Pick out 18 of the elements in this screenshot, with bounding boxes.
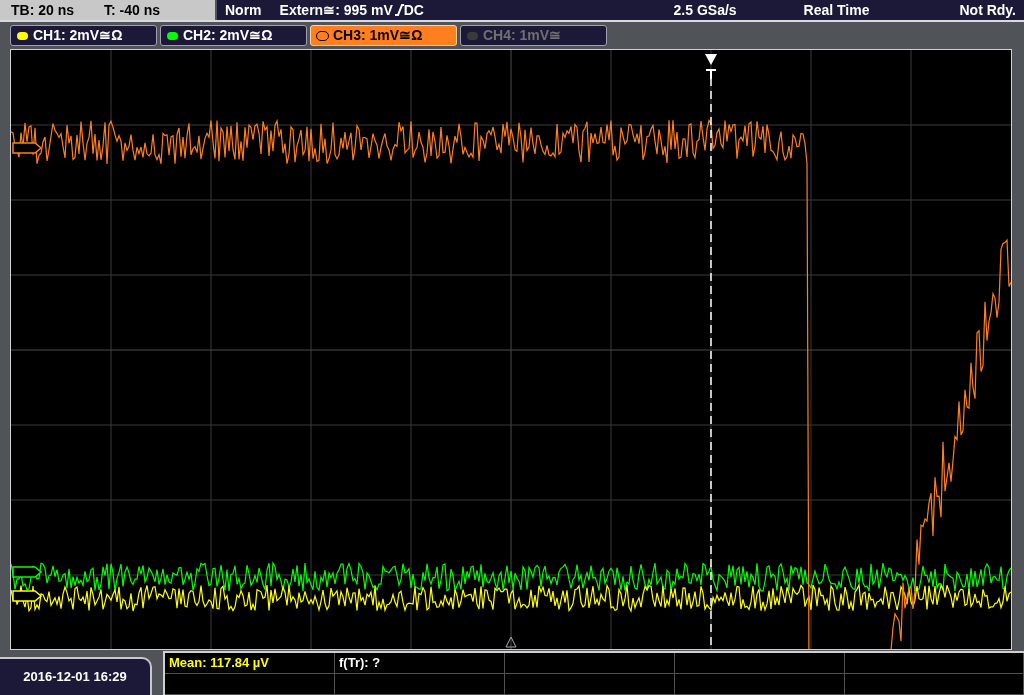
channel-tab[interactable]: CH1: 2mV≅Ω bbox=[10, 25, 157, 46]
timebase-label: TB: 20 ns bbox=[11, 0, 74, 20]
trigger-source-label: Extern≅: 995 mV bbox=[279, 0, 393, 20]
channel-tab[interactable]: CH3: 1mV≅Ω bbox=[310, 25, 457, 46]
channel-tab[interactable]: CH2: 2mV≅Ω bbox=[160, 25, 307, 46]
sample-rate-label: 2.5 GSa/s bbox=[673, 0, 737, 20]
measurement-value: Mean: 117.84 µV bbox=[169, 654, 269, 673]
acquisition-mode-label: Real Time bbox=[803, 0, 870, 20]
date-time-label: 2016-12-01 16:29 bbox=[23, 668, 127, 687]
trigger-offset-label: T: -40 ns bbox=[104, 0, 161, 20]
trigger-mode-label: Norm bbox=[225, 0, 262, 20]
channel-marker-icon[interactable] bbox=[12, 142, 43, 154]
status-label: Not Rdy. bbox=[959, 0, 1016, 20]
trigger-coupling-label: DC bbox=[403, 0, 424, 20]
trigger-marker-icon[interactable] bbox=[705, 54, 717, 79]
time-reference-icon bbox=[505, 636, 517, 648]
measurement-value: f(Tr): ? bbox=[339, 654, 381, 673]
rising-edge-icon bbox=[394, 4, 404, 16]
